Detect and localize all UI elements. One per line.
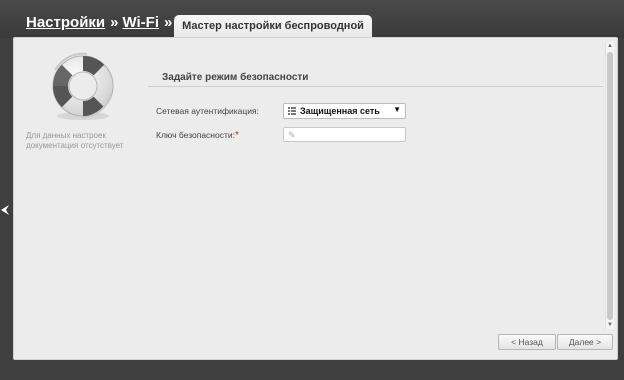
section-divider (148, 86, 603, 87)
collapse-arrow-icon[interactable] (0, 204, 10, 216)
pencil-icon: ✎ (288, 130, 296, 140)
key-label-text: Ключ безопасности: (156, 130, 235, 140)
list-icon (288, 107, 296, 115)
breadcrumb-wifi-link[interactable]: Wi-Fi (122, 14, 159, 31)
lifebuoy-icon (52, 52, 114, 120)
breadcrumb-separator: » (110, 14, 119, 31)
back-button[interactable]: < Назад (498, 334, 556, 350)
breadcrumb-settings-link[interactable]: Настройки (26, 14, 105, 31)
help-text: Для данных настроек документация отсутст… (26, 131, 124, 150)
key-label: Ключ безопасности:* (156, 130, 239, 141)
breadcrumb: Настройки» Wi-Fi» (26, 14, 176, 31)
auth-label: Сетевая аутентификация: (156, 106, 259, 116)
main-panel: Для данных настроек документация отсутст… (13, 37, 618, 360)
dropdown-arrow-icon: ▼ (393, 105, 401, 114)
auth-select-value: Защищенная сеть (300, 106, 380, 116)
auth-select[interactable]: Защищенная сеть ▼ (283, 103, 406, 119)
scrollbar-thumb[interactable] (607, 52, 613, 320)
scrollbar[interactable]: ▲ ▼ (605, 42, 614, 329)
required-mark: * (235, 130, 239, 141)
section-title: Задайте режим безопасности (162, 72, 309, 83)
next-button[interactable]: Далее > (557, 334, 613, 350)
scroll-up-icon[interactable]: ▲ (606, 42, 614, 50)
top-header: Настройки» Wi-Fi» Мастер настройки беспро… (0, 0, 624, 54)
breadcrumb-separator: » (164, 14, 173, 31)
tab-wireless-wizard[interactable]: Мастер настройки беспроводной сети (174, 15, 372, 54)
scroll-down-icon[interactable]: ▼ (606, 321, 614, 329)
security-key-input[interactable]: ✎ (283, 127, 406, 142)
